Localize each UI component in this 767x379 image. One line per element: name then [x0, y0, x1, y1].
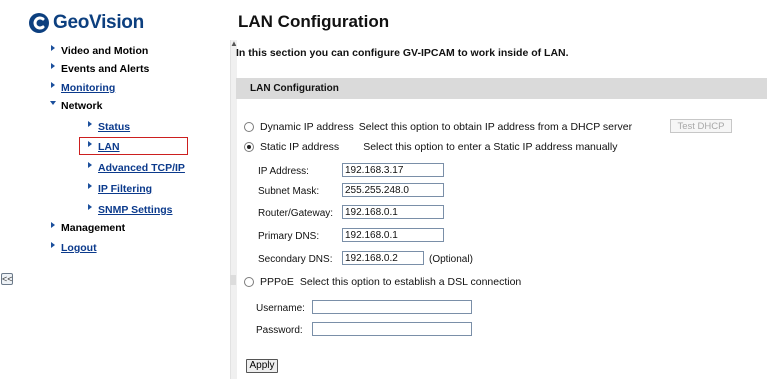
main-content: LAN Configuration In this section you ca…	[236, 0, 767, 379]
primary-dns-input[interactable]	[342, 228, 444, 242]
username-label: Username:	[256, 303, 305, 314]
pppoe-option[interactable]: PPPoE Select this option to establish a …	[244, 276, 521, 288]
primary-dns-label: Primary DNS:	[258, 231, 320, 242]
brand-logo: GeoVision	[28, 8, 144, 38]
dynamic-ip-label: Dynamic IP address	[260, 121, 354, 133]
chevron-right-icon	[88, 121, 92, 127]
subnet-mask-label: Subnet Mask:	[258, 186, 320, 197]
pppoe-radio[interactable]	[244, 277, 254, 287]
sidebar-item-video-motion[interactable]: Video and Motion	[51, 45, 149, 57]
username-input[interactable]	[312, 300, 472, 314]
chevron-right-icon	[88, 204, 92, 210]
brand-name: GeoVision	[53, 12, 144, 33]
sidebar-item-logout[interactable]: Logout	[51, 242, 97, 254]
dynamic-ip-description: Select this option to obtain IP address …	[358, 121, 633, 133]
sidebar-item-label: Monitoring	[61, 82, 116, 94]
sidebar-item-label: IP Filtering	[98, 183, 153, 195]
sidebar-item-management[interactable]: Management	[51, 222, 126, 234]
sidebar-item-label: Logout	[61, 242, 97, 254]
chevron-right-icon	[51, 45, 55, 51]
apply-button[interactable]: Apply	[246, 359, 278, 373]
chevron-right-icon	[88, 162, 92, 168]
chevron-right-icon	[88, 183, 92, 189]
static-ip-description: Select this option to enter a Static IP …	[363, 141, 618, 153]
sidebar-item-monitoring[interactable]: Monitoring	[51, 82, 116, 94]
sidebar-item-events-alerts[interactable]: Events and Alerts	[51, 63, 150, 75]
sidebar-item-network[interactable]: Network	[50, 100, 103, 112]
chevron-right-icon	[51, 82, 55, 88]
page-title: LAN Configuration	[238, 12, 390, 31]
intro-text: In this section you can configure GV-IPC…	[236, 47, 569, 59]
static-ip-label: Static IP address	[260, 141, 340, 153]
dynamic-ip-option[interactable]: Dynamic IP address Select this option to…	[244, 121, 632, 133]
sidebar-item-label: Management	[61, 222, 126, 234]
pppoe-description: Select this option to establish a DSL co…	[299, 276, 522, 288]
dynamic-ip-radio[interactable]	[244, 122, 254, 132]
chevron-right-icon	[51, 63, 55, 69]
chevron-right-icon	[51, 242, 55, 248]
chevron-right-icon	[51, 222, 55, 228]
static-ip-radio[interactable]	[244, 142, 254, 152]
selected-item-highlight	[79, 137, 188, 155]
sidebar-item-label: Video and Motion	[61, 45, 149, 57]
optional-note: (Optional)	[429, 254, 473, 265]
ip-address-input[interactable]	[342, 163, 444, 177]
section-title: LAN Configuration	[250, 83, 339, 94]
test-dhcp-button[interactable]: Test DHCP	[670, 119, 732, 133]
sidebar-item-label: Network	[61, 100, 103, 112]
sidebar-item-label: Advanced TCP/IP	[98, 162, 185, 174]
sidebar-item-status[interactable]: Status	[88, 121, 131, 133]
static-ip-option[interactable]: Static IP address Select this option to …	[244, 141, 617, 153]
sidebar-item-label: SNMP Settings	[98, 204, 173, 216]
chevron-down-icon	[50, 101, 56, 105]
collapse-sidebar-button[interactable]: <<	[1, 273, 13, 285]
ip-address-label: IP Address:	[258, 166, 309, 177]
sidebar-item-snmp-settings[interactable]: SNMP Settings	[88, 204, 173, 216]
subnet-mask-input[interactable]	[342, 183, 444, 197]
sidebar: GeoVision Video and Motion Events and Al…	[0, 0, 216, 379]
sidebar-item-advanced-tcp-ip[interactable]: Advanced TCP/IP	[88, 162, 185, 174]
gateway-input[interactable]	[342, 205, 444, 219]
password-label: Password:	[256, 325, 303, 336]
sidebar-item-ip-filtering[interactable]: IP Filtering	[88, 183, 153, 195]
sidebar-item-label: Status	[98, 121, 131, 133]
geovision-logo-icon	[29, 13, 49, 33]
pppoe-label: PPPoE	[260, 276, 294, 288]
secondary-dns-label: Secondary DNS:	[258, 254, 333, 265]
secondary-dns-input[interactable]	[342, 251, 424, 265]
sidebar-item-label: Events and Alerts	[61, 63, 150, 75]
password-input[interactable]	[312, 322, 472, 336]
gateway-label: Router/Gateway:	[258, 208, 334, 219]
